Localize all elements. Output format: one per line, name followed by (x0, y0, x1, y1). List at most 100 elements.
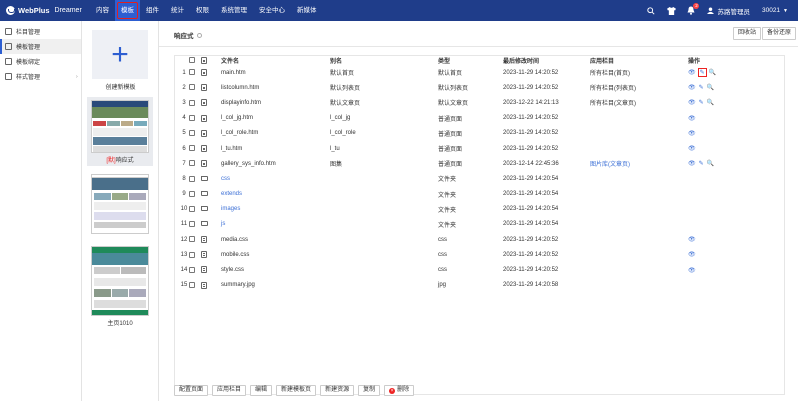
sidebar-item[interactable]: 模板管理 (0, 39, 81, 54)
table-row[interactable]: 10 images 文件夹 2023-11-29 14:20:54 (175, 202, 784, 217)
col-type[interactable]: 类型 (438, 56, 503, 65)
preview-icon[interactable]: 👁 (688, 267, 696, 274)
footer-button[interactable]: 编辑 (250, 385, 273, 396)
sidebar-item[interactable]: 栏目管理 (0, 24, 81, 39)
footer-button[interactable]: 应用栏目 (212, 385, 247, 396)
inspect-icon[interactable]: 🔍 (707, 99, 714, 106)
template-card[interactable]: 主页1010 (87, 243, 153, 329)
table-row[interactable]: 11 js 文件夹 2023-11-29 14:20:54 (175, 217, 784, 232)
row-checkbox[interactable] (189, 130, 195, 137)
preview-icon[interactable]: 👁 (688, 160, 696, 167)
view-mode-icon[interactable] (201, 56, 207, 64)
col-filename[interactable]: 文件名 (221, 56, 330, 65)
footer-toolbar: 配置页面 应用栏目 编辑 新建模板页 新建资源 复制 × 删除 (174, 385, 415, 396)
row-checkbox[interactable] (189, 190, 195, 197)
user-menu[interactable]: 苏路管理员 (707, 6, 750, 16)
app-logo[interactable]: WebPlus Dreamer (6, 5, 82, 16)
topnav-item[interactable]: 权限 (190, 0, 215, 21)
backup-restore-button[interactable]: 备份还原 (762, 27, 797, 40)
row-checkbox[interactable] (189, 175, 195, 182)
preview-icon[interactable]: 👁 (688, 130, 696, 137)
footer-button[interactable]: 新建资源 (320, 385, 355, 396)
topnav-item[interactable]: 组件 (140, 0, 165, 21)
row-checkbox[interactable] (189, 221, 195, 228)
row-checkbox[interactable] (189, 99, 195, 106)
row-number: 15 (180, 282, 188, 289)
topnav-item[interactable]: 统计 (165, 0, 190, 21)
row-checkbox[interactable] (189, 281, 195, 288)
preview-icon[interactable]: 👁 (688, 69, 696, 76)
row-checkbox[interactable] (189, 236, 195, 243)
topnav-item[interactable]: 模板 (115, 0, 140, 21)
table-row[interactable]: 7 gallery_sys_info.htm 图集 普通页面 2023-12-14 22… (175, 156, 784, 171)
edit-icon[interactable]: ✎ (697, 68, 707, 78)
file-name: mobile.css (221, 251, 250, 258)
table-row[interactable]: 4 l_col_jg.htm l_col_jg 普通页面 2023-11-29 14:2… (175, 111, 784, 126)
table-row[interactable]: 14 style.css css 2023-11-29 14:20:52 👁 (175, 262, 784, 277)
table-row[interactable]: 3 displayinfo.htm 默认文章页 默认文章页 2023-12-22 14:… (175, 95, 784, 110)
col-alias[interactable]: 别名 (330, 56, 438, 65)
file-name[interactable]: images (221, 202, 330, 217)
preview-icon[interactable]: 👁 (688, 236, 696, 243)
preview-icon[interactable]: 👁 (688, 84, 696, 91)
table-row[interactable]: 9 extends 文件夹 2023-11-29 14:20:54 (175, 187, 784, 202)
row-checkbox[interactable] (189, 205, 195, 212)
edit-icon[interactable]: ✎ (699, 160, 704, 167)
topnav-item[interactable]: 新媒体 (291, 0, 323, 21)
sidebar-item[interactable]: 样式管理 › (0, 69, 81, 84)
search-icon[interactable] (641, 0, 661, 21)
table-row[interactable]: 12 media.css css 2023-11-29 14:20:52 👁 (175, 232, 784, 247)
modified-time: 2023-11-29 14:20:54 (503, 191, 559, 198)
columns-icon (5, 28, 12, 35)
row-checkbox[interactable] (189, 69, 195, 76)
file-type: css (438, 236, 447, 243)
table-row[interactable]: 5 l_col_role.htm l_col_role 普通页面 2023-11-29 … (175, 126, 784, 141)
edit-icon[interactable]: ✎ (699, 84, 704, 91)
inspect-icon[interactable]: 🔍 (707, 160, 714, 167)
template-card[interactable] (87, 171, 153, 238)
sidebar-item-label: 模板绑定 (16, 60, 41, 66)
preview-icon[interactable]: 👁 (688, 145, 696, 152)
row-checkbox[interactable] (189, 114, 195, 121)
select-all-checkbox[interactable] (189, 57, 195, 64)
preview-icon[interactable]: 👁 (688, 251, 696, 258)
footer-button[interactable]: 复制 (358, 385, 381, 396)
col-modified[interactable]: 最后修改时间 (503, 56, 590, 65)
row-checkbox[interactable] (189, 266, 195, 273)
site-selector[interactable]: 30021 ▼ (762, 7, 788, 14)
footer-button[interactable]: 新建模板页 (276, 385, 317, 396)
notification-bell-icon[interactable]: 2 (681, 0, 701, 21)
file-name[interactable]: css (221, 171, 330, 186)
row-checkbox[interactable] (189, 160, 195, 167)
edit-icon[interactable]: ✎ (699, 99, 704, 106)
topnav-item[interactable]: 安全中心 (253, 0, 291, 21)
template-card[interactable]: [默]响应式 (87, 97, 153, 166)
sidebar-item[interactable]: 模板绑定 (0, 54, 81, 69)
file-name[interactable]: extends (221, 187, 330, 202)
table-row[interactable]: 8 css 文件夹 2023-11-29 14:20:54 (175, 171, 784, 186)
footer-button[interactable]: 配置页面 (174, 385, 209, 396)
skin-icon[interactable] (661, 0, 681, 21)
preview-icon[interactable]: 👁 (688, 115, 696, 122)
delete-button[interactable]: × 删除 (384, 385, 415, 396)
file-alias: l_tu (330, 145, 340, 152)
table-row[interactable]: 1 main.htm 默认首页 默认首页 2023-11-29 14:20:52 所有栏目… (175, 65, 784, 80)
file-name[interactable]: js (221, 217, 330, 232)
file-type: 普通页面 (438, 116, 463, 123)
row-checkbox[interactable] (189, 84, 195, 91)
create-template-button[interactable]: + (92, 30, 148, 79)
table-row[interactable]: 13 mobile.css css 2023-11-29 14:20:52 👁 (175, 247, 784, 262)
applied-column[interactable]: 图片库(文章页) (590, 156, 688, 171)
col-applied-column[interactable]: 应用栏目 (590, 56, 688, 65)
recycle-bin-button[interactable]: 回收站 (733, 27, 762, 40)
topnav-item[interactable]: 系统管理 (215, 0, 253, 21)
topnav-item[interactable]: 内容 (90, 0, 115, 21)
table-row[interactable]: 15 summary.jpg jpg 2023-11-29 14:20:58 (175, 278, 784, 293)
preview-icon[interactable]: 👁 (688, 99, 696, 106)
inspect-icon[interactable]: 🔍 (707, 84, 714, 91)
inspect-icon[interactable]: 🔍 (709, 69, 716, 76)
table-row[interactable]: 2 listcolumn.htm 默认列表页 默认列表页 2023-11-29 14:2… (175, 80, 784, 95)
table-row[interactable]: 6 l_tu.htm l_tu 普通页面 2023-11-29 14:20:52 👁 (175, 141, 784, 156)
row-checkbox[interactable] (189, 145, 195, 152)
row-checkbox[interactable] (189, 251, 195, 258)
